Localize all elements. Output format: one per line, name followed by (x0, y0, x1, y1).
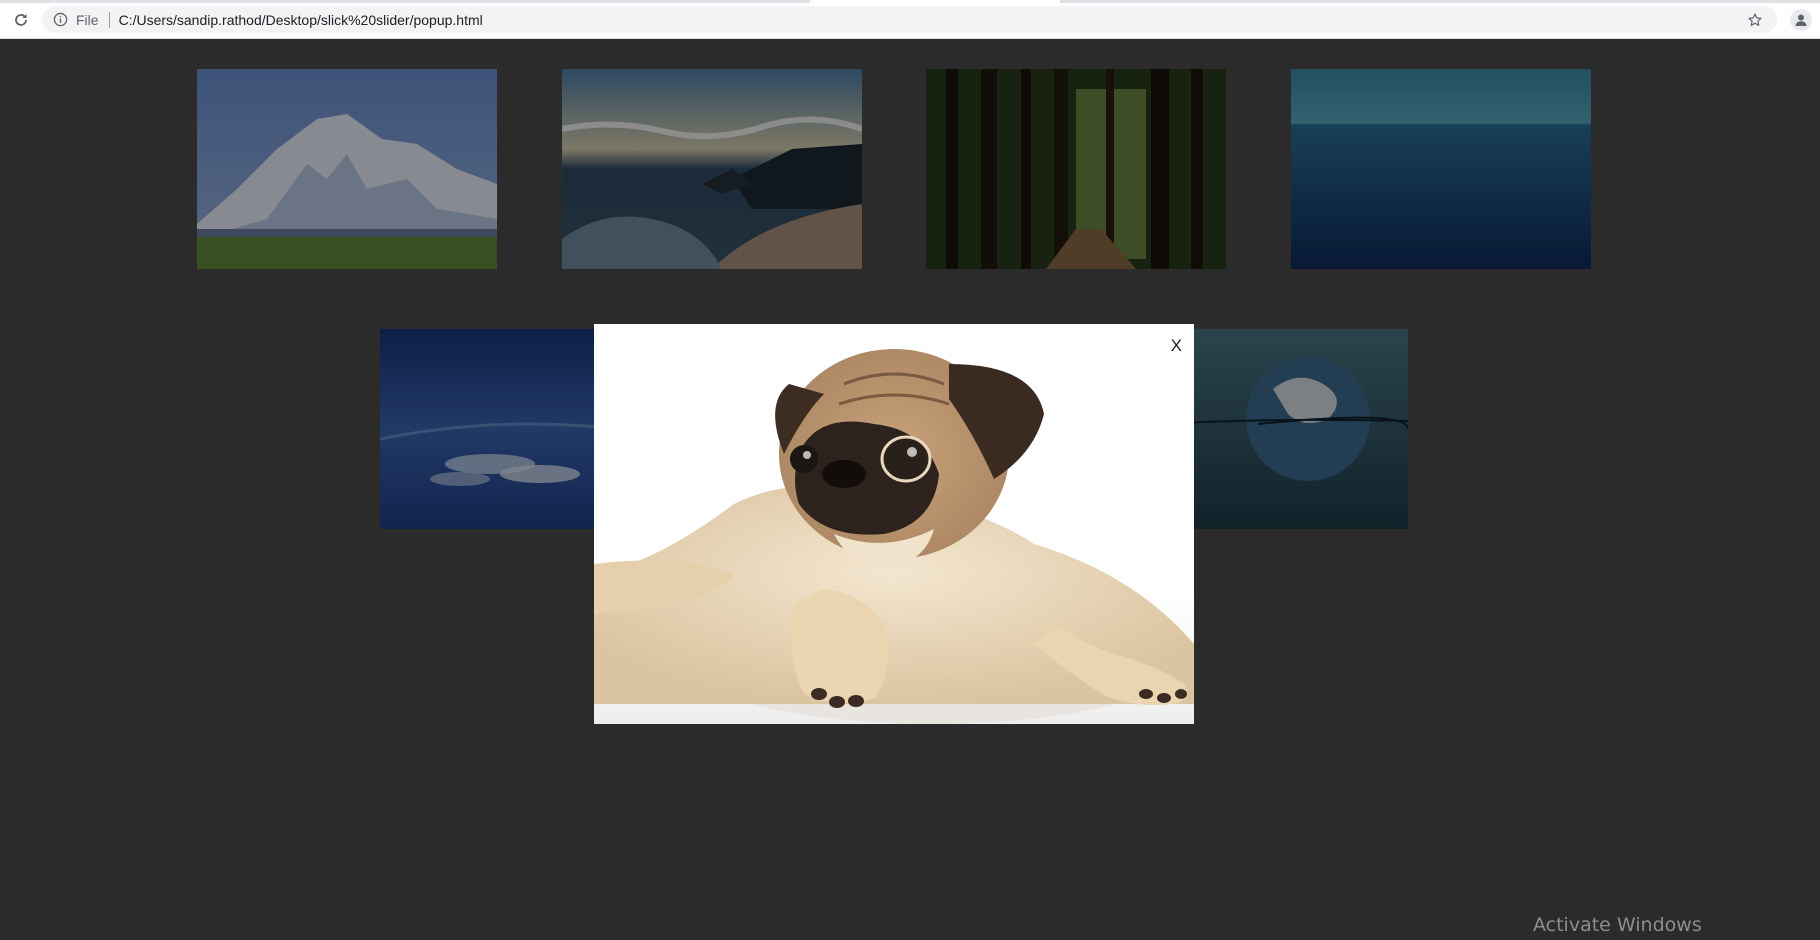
active-tab-edge[interactable] (810, 0, 1060, 3)
scheme-label: File (76, 11, 99, 28)
info-icon[interactable] (52, 12, 68, 28)
activate-windows-watermark: Activate Windows (1533, 914, 1702, 936)
image-popup: X (594, 324, 1194, 724)
omnibox-divider (108, 11, 110, 28)
browser-toolbar: File C:/Users/sandip.rathod/Desktop/slic… (0, 0, 1820, 39)
star-icon[interactable] (1745, 10, 1765, 30)
address-bar[interactable]: File C:/Users/sandip.rathod/Desktop/slic… (42, 6, 1777, 33)
url-text[interactable]: C:/Users/sandip.rathod/Desktop/slick%20s… (119, 12, 483, 28)
profile-icon[interactable] (1790, 9, 1812, 31)
pug-image (594, 324, 1194, 724)
tab-strip (0, 0, 1820, 3)
reload-icon[interactable] (10, 9, 32, 31)
close-button[interactable]: X (1167, 334, 1186, 358)
